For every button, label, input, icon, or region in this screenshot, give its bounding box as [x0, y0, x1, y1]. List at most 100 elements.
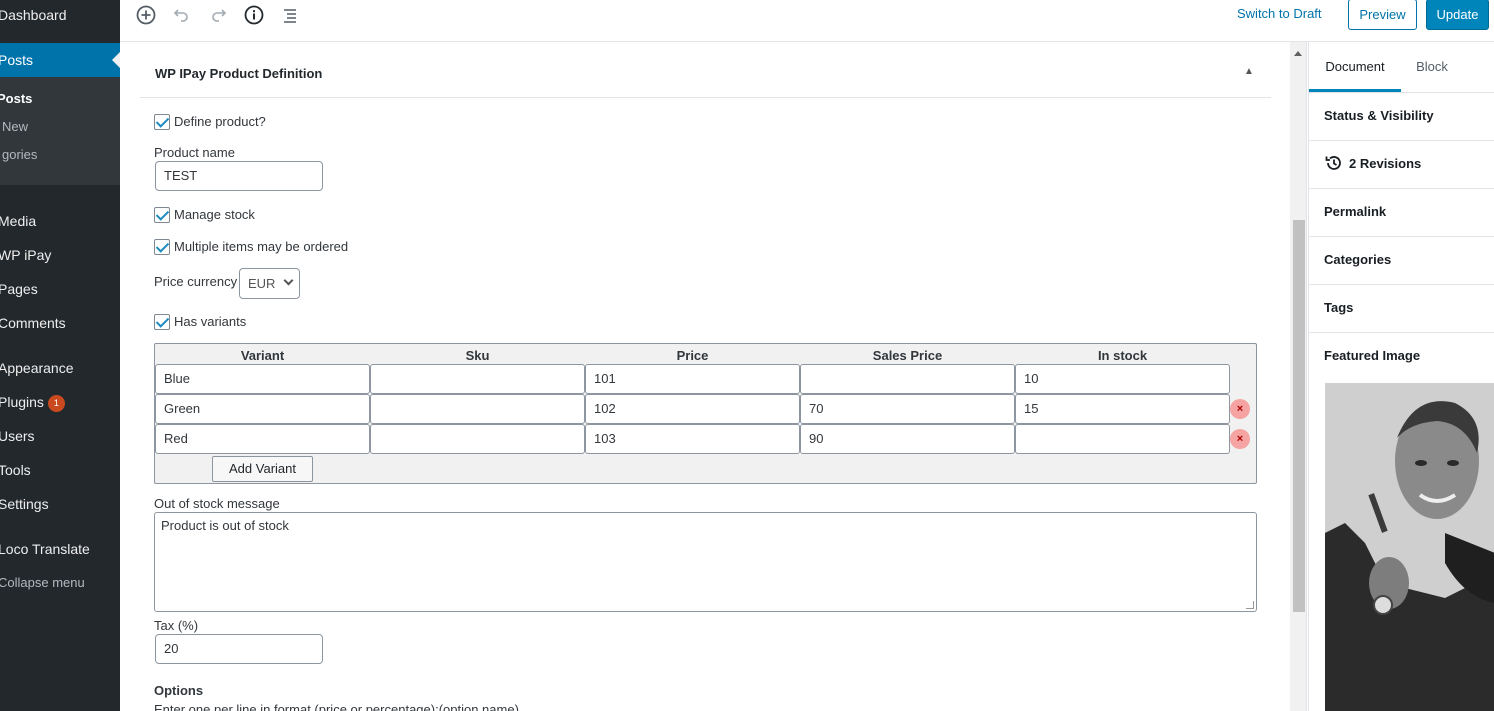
metabox-title[interactable]: WP IPay Product Definition	[155, 66, 322, 81]
sidebar-item-label: Dashboard	[0, 7, 67, 23]
redo-icon[interactable]	[206, 3, 230, 27]
variant-sku-input[interactable]	[370, 424, 585, 454]
panel-featured-image[interactable]: Featured Image	[1309, 333, 1494, 381]
sidebar-item-label: Settings	[0, 496, 49, 512]
sidebar-item-pages[interactable]: Pages	[0, 274, 120, 304]
sidebar-item-plugins[interactable]: Plugins 1	[0, 387, 120, 417]
sidebar-item-label: Comments	[0, 315, 66, 331]
define-product-label: Define product?	[174, 114, 266, 129]
remove-variant-icon[interactable]: ×	[1230, 429, 1250, 449]
divider	[140, 97, 1271, 98]
main-scrollbar[interactable]	[1290, 42, 1307, 711]
out-of-stock-value: Product is out of stock	[161, 518, 289, 533]
manage-stock-checkbox[interactable]	[154, 207, 170, 223]
out-of-stock-textarea[interactable]: Product is out of stock	[154, 512, 1257, 612]
variant-in-stock-input[interactable]	[1015, 424, 1230, 454]
sidebar-item-label: Media	[0, 213, 37, 229]
product-name-input[interactable]: TEST	[155, 161, 323, 191]
column-header-price: Price	[676, 348, 709, 363]
panel-label: Status & Visibility	[1324, 108, 1434, 123]
editor-toolbar: Switch to Draft Preview Update	[120, 0, 1494, 42]
out-of-stock-label: Out of stock message	[154, 496, 280, 511]
options-heading: Options	[154, 683, 204, 698]
update-button[interactable]: Update	[1426, 0, 1489, 30]
sidebar-item-posts[interactable]: Posts	[0, 43, 120, 77]
define-product-checkbox[interactable]	[154, 114, 170, 130]
options-hint: Enter one per line in format (price or p…	[154, 702, 519, 711]
variant-sku-input[interactable]	[370, 364, 585, 394]
panel-tags[interactable]: Tags	[1309, 285, 1494, 333]
sidebar-submenu: Posts New gories	[0, 77, 120, 185]
tab-document[interactable]: Document	[1309, 42, 1401, 92]
remove-variant-icon[interactable]: ×	[1230, 399, 1250, 419]
collapse-menu-button[interactable]: Collapse menu	[0, 568, 120, 598]
variants-table: Variant Sku Price Sales Price In stock B…	[154, 343, 1257, 484]
variant-name-input[interactable]: Blue	[155, 364, 370, 394]
sidebar-item-label: Appearance	[0, 360, 74, 376]
column-header-sales-price: Sales Price	[872, 348, 943, 363]
manage-stock-label: Manage stock	[174, 207, 255, 222]
panel-permalink[interactable]: Permalink	[1309, 189, 1494, 237]
panel-label: Permalink	[1324, 204, 1387, 219]
add-variant-button[interactable]: Add Variant	[212, 456, 313, 482]
submenu-item-all-posts[interactable]: Posts	[0, 91, 32, 106]
sidebar-item-tools[interactable]: Tools	[0, 455, 120, 485]
scrollbar-thumb[interactable]	[1293, 220, 1305, 612]
sidebar-item-label: Tools	[0, 462, 31, 478]
sidebar-item-label: Pages	[0, 281, 38, 297]
tab-block[interactable]: Block	[1401, 42, 1463, 92]
sidebar-item-comments[interactable]: Comments	[0, 308, 120, 338]
panel-revisions[interactable]: 2 Revisions	[1309, 141, 1494, 189]
scroll-up-icon[interactable]	[1294, 47, 1302, 56]
submenu-item-add-new[interactable]: New	[2, 119, 28, 134]
sidebar-item-dashboard[interactable]: Dashboard	[0, 0, 120, 30]
variant-price-input[interactable]: 102	[585, 394, 800, 424]
sidebar-item-media[interactable]: Media	[0, 206, 120, 236]
panel-categories[interactable]: Categories	[1309, 237, 1494, 285]
multiple-items-checkbox[interactable]	[154, 239, 170, 255]
product-name-label: Product name	[154, 145, 235, 160]
column-header-in-stock: In stock	[1097, 348, 1148, 363]
variant-sales-price-input[interactable]: 70	[800, 394, 1015, 424]
switch-to-draft-button[interactable]: Switch to Draft	[1237, 6, 1322, 21]
panel-label: Tags	[1324, 300, 1354, 315]
sidebar-item-wp-ipay[interactable]: WP iPay	[0, 240, 120, 270]
undo-icon[interactable]	[170, 3, 194, 27]
variant-price-input[interactable]: 103	[585, 424, 800, 454]
sidebar-item-label: Plugins	[0, 394, 44, 410]
tax-label: Tax (%)	[154, 618, 199, 633]
has-variants-label: Has variants	[174, 314, 247, 329]
add-block-icon[interactable]	[134, 3, 158, 27]
resize-handle-icon[interactable]	[1246, 601, 1254, 609]
has-variants-checkbox[interactable]	[154, 314, 170, 330]
featured-image-thumbnail[interactable]	[1325, 383, 1494, 711]
metabox-wp-ipay: WP IPay Product Definition ▲ Define prod…	[120, 42, 1290, 711]
preview-button[interactable]: Preview	[1348, 0, 1417, 30]
sidebar-item-label: Users	[0, 428, 35, 444]
column-header-variant: Variant	[240, 348, 285, 363]
history-icon	[1325, 156, 1341, 170]
column-header-sku: Sku	[465, 348, 490, 363]
sidebar-item-label: WP iPay	[0, 247, 52, 263]
sidebar-item-loco-translate[interactable]: Loco Translate	[0, 534, 120, 564]
panel-status-visibility[interactable]: Status & Visibility	[1309, 93, 1494, 141]
variant-name-input[interactable]: Green	[155, 394, 370, 424]
variant-sales-price-input[interactable]: 90	[800, 424, 1015, 454]
variant-in-stock-input[interactable]: 15	[1015, 394, 1230, 424]
collapse-menu-label: Collapse menu	[0, 575, 85, 590]
info-icon[interactable]	[242, 3, 266, 27]
variant-name-input[interactable]: Red	[155, 424, 370, 454]
sidebar-item-appearance[interactable]: Appearance	[0, 353, 120, 383]
collapse-arrow-icon[interactable]: ▲	[1244, 66, 1254, 77]
sidebar-item-settings[interactable]: Settings	[0, 489, 120, 519]
sidebar-item-users[interactable]: Users	[0, 421, 120, 451]
variant-price-input[interactable]: 101	[585, 364, 800, 394]
outline-icon[interactable]	[278, 3, 302, 27]
tax-input[interactable]: 20	[155, 634, 323, 664]
admin-sidebar: Dashboard Posts Posts New gories Media W…	[0, 0, 120, 711]
variant-sku-input[interactable]	[370, 394, 585, 424]
price-currency-select[interactable]: EUR	[239, 268, 300, 299]
variant-in-stock-input[interactable]: 10	[1015, 364, 1230, 394]
variant-sales-price-input[interactable]	[800, 364, 1015, 394]
submenu-item-categories[interactable]: gories	[2, 147, 37, 162]
